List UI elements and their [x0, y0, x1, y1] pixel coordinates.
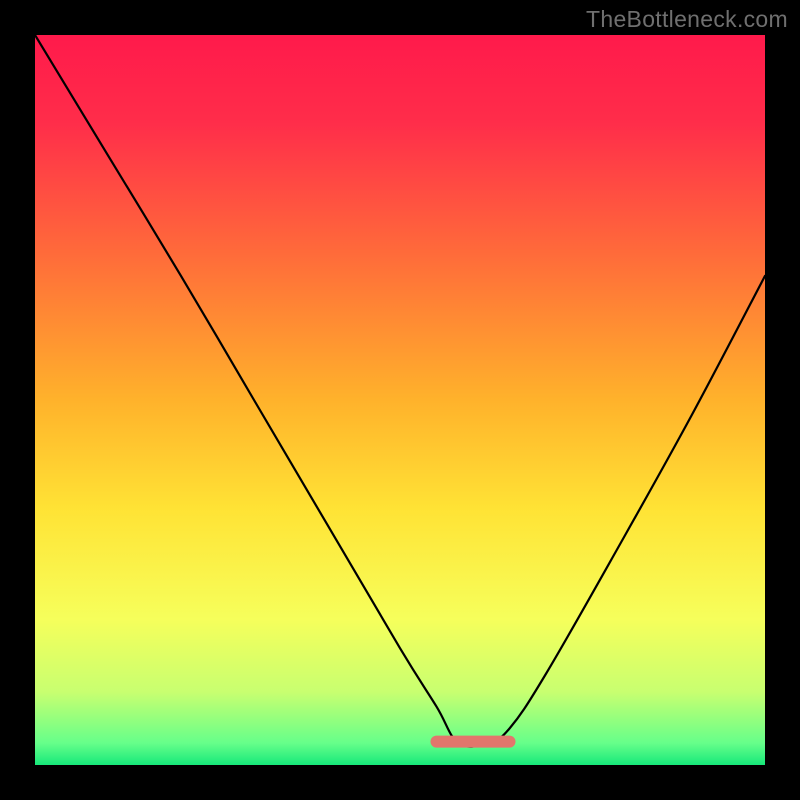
plot-area [35, 35, 765, 765]
watermark-text: TheBottleneck.com [586, 6, 788, 33]
curve-layer [35, 35, 765, 765]
chart-frame: TheBottleneck.com [0, 0, 800, 800]
main-curve [35, 35, 765, 747]
